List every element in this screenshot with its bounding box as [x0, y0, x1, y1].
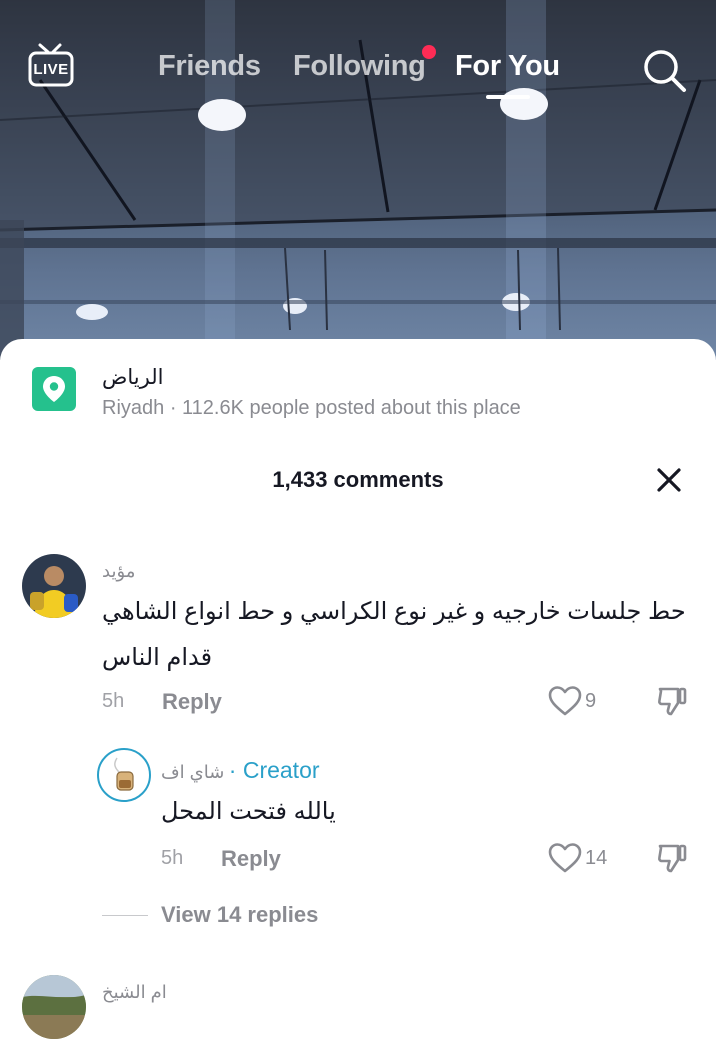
comments-sheet: الرياض Riyadh · 112.6K people posted abo… — [0, 339, 716, 1039]
heart-icon — [548, 843, 582, 873]
like-button[interactable] — [548, 686, 582, 716]
place-name: الرياض — [102, 366, 164, 389]
tab-for-you[interactable]: For You — [455, 50, 560, 83]
reply-text: يالله فتحت المحل — [161, 798, 336, 825]
search-icon — [644, 50, 686, 92]
notification-dot — [422, 45, 436, 59]
dislike-button[interactable] — [656, 685, 688, 717]
heart-icon — [548, 686, 582, 716]
reply-time: 5h — [161, 847, 184, 869]
dislike-button[interactable] — [656, 842, 688, 874]
like-count: 14 — [585, 847, 608, 869]
comment-username[interactable]: ام الشيخ — [102, 982, 167, 1003]
place-subtitle: Riyadh · 112.6K people posted about this… — [102, 397, 521, 419]
comment-username[interactable]: مؤيد — [102, 561, 135, 582]
like-count: 9 — [585, 690, 597, 712]
live-button[interactable]: LIVE — [26, 42, 76, 92]
tab-following[interactable]: Following — [293, 50, 426, 83]
close-icon — [657, 468, 681, 492]
creator-badge: · Creator — [228, 757, 320, 783]
close-button[interactable] — [652, 463, 686, 497]
thumbs-down-icon — [658, 687, 687, 716]
avatar[interactable] — [22, 975, 86, 1039]
comment-time: 5h — [102, 690, 125, 712]
active-tab-indicator — [486, 95, 530, 99]
live-label: LIVE — [33, 61, 69, 78]
thumbs-down-icon — [658, 844, 687, 873]
location-pin-icon — [43, 376, 65, 402]
avatar-image — [22, 975, 86, 1039]
reply-header: شاي اف · Creator — [161, 757, 320, 784]
comments-header: 1,433 comments — [0, 457, 716, 501]
comment-text-line-2: قدام الناس — [102, 644, 213, 671]
comments-count: 1,433 comments — [272, 467, 444, 492]
creator-avatar[interactable] — [97, 748, 151, 802]
like-button[interactable] — [548, 843, 582, 873]
reply-button[interactable]: Reply — [221, 846, 281, 872]
reply-button[interactable]: Reply — [162, 689, 222, 715]
reply-username[interactable]: شاي اف — [161, 762, 224, 782]
tea-cup-icon — [114, 757, 134, 791]
tab-friends[interactable]: Friends — [158, 50, 261, 83]
search-button[interactable] — [640, 46, 688, 94]
comment-text-line-1: حط جلسات خارجيه و غير نوع الكراسي و حط ا… — [102, 598, 686, 625]
place-icon-tile — [32, 367, 76, 411]
view-replies-divider — [102, 915, 148, 916]
top-navigation: LIVE Friends Following For You — [0, 0, 716, 110]
view-replies-button[interactable]: View 14 replies — [161, 902, 318, 928]
avatar[interactable] — [22, 554, 86, 618]
avatar-image — [22, 554, 86, 618]
place-banner[interactable]: الرياض Riyadh · 112.6K people posted abo… — [0, 339, 716, 439]
